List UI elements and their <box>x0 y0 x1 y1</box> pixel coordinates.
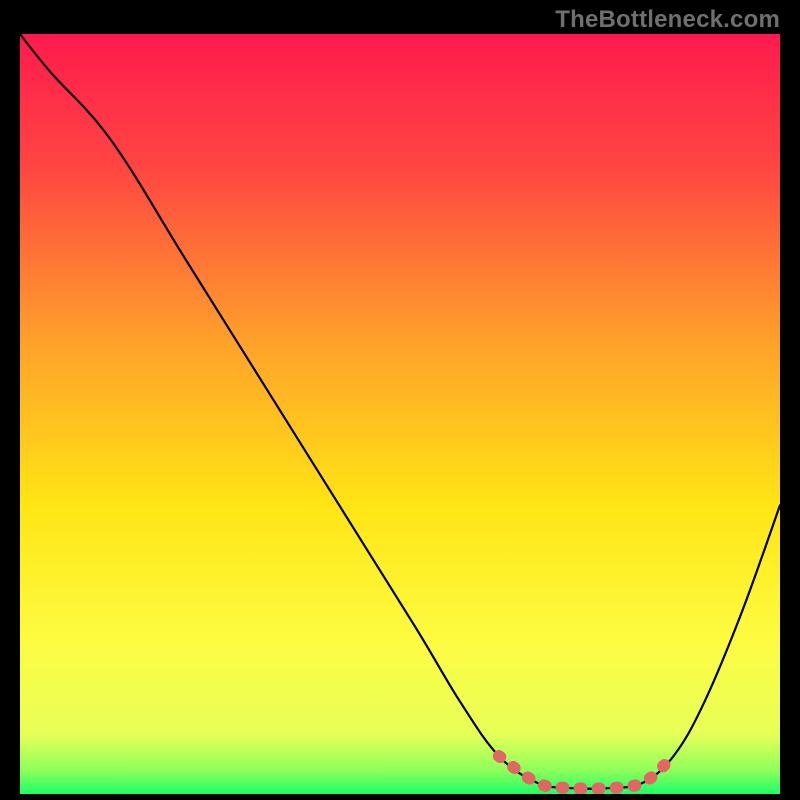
gradient-background <box>20 34 780 794</box>
chart-svg <box>20 34 780 794</box>
chart-plot-area <box>20 34 780 794</box>
watermark-text: TheBottleneck.com <box>555 6 780 34</box>
